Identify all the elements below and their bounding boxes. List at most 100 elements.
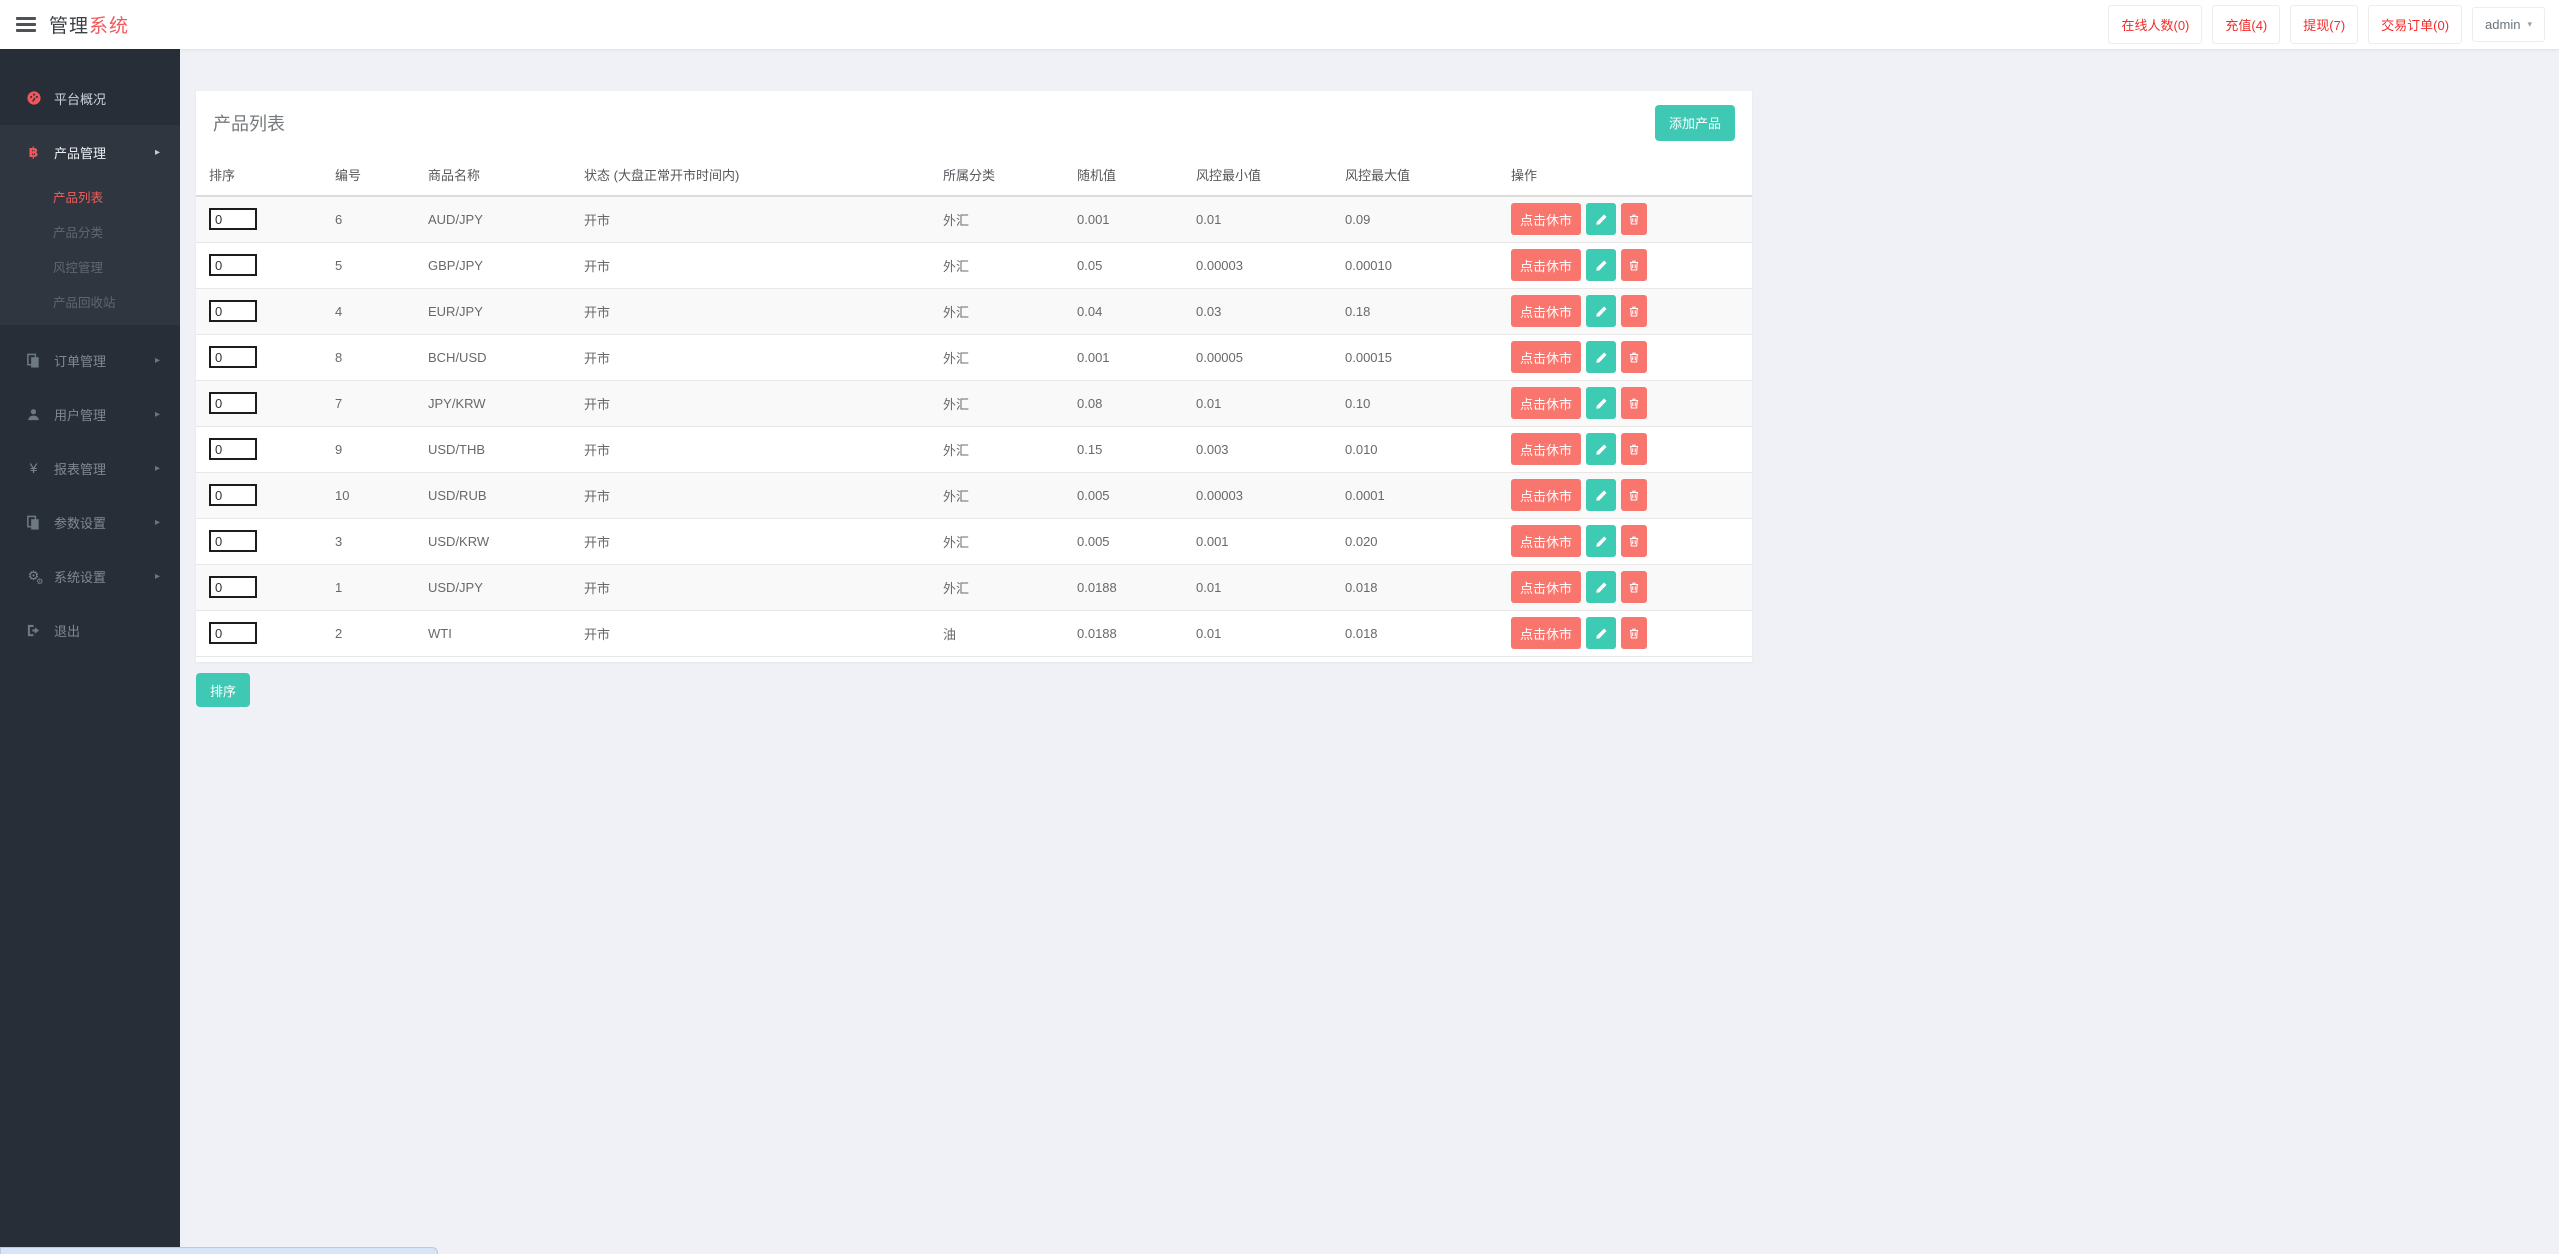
sort-order-input[interactable] (209, 300, 257, 322)
sidebar-item-product-recycle-bin[interactable]: 产品回收站 (0, 284, 180, 319)
edit-product-button[interactable] (1586, 433, 1616, 465)
sort-order-input[interactable] (209, 346, 257, 368)
sidebar-item-product-category[interactable]: 产品分类 (0, 214, 180, 249)
sidebar-item-report-management[interactable]: ¥ 报表管理 ▸ (0, 441, 180, 495)
sort-order-input[interactable] (209, 622, 257, 644)
user-icon (25, 407, 42, 422)
sidebar-item-logout[interactable]: 退出 (0, 603, 180, 657)
sort-order-input[interactable] (209, 392, 257, 414)
edit-product-button[interactable] (1586, 341, 1616, 373)
sidebar-item-parameter-settings[interactable]: 参数设置 ▸ (0, 495, 180, 549)
recharge-link[interactable]: 充值(4) (2212, 5, 2280, 44)
cell-risk-min: 0.003 (1196, 426, 1345, 472)
column-header-sort: 排序 (196, 154, 335, 196)
cell-category: 外汇 (943, 472, 1077, 518)
add-product-button[interactable]: 添加产品 (1655, 105, 1735, 141)
delete-product-button[interactable] (1621, 525, 1647, 557)
edit-product-button[interactable] (1586, 571, 1616, 603)
close-market-button[interactable]: 点击休市 (1511, 525, 1581, 557)
trash-icon (1628, 581, 1640, 594)
sidebar-item-product-management[interactable]: ฿ 产品管理 ▸ (0, 125, 180, 179)
edit-pencil-icon (1595, 397, 1608, 410)
trash-icon (1628, 535, 1640, 548)
logo-text-black: 管理 (49, 16, 89, 37)
cell-product-name: BCH/USD (428, 334, 584, 380)
product-list-card: 产品列表 添加产品 排序 编号 商品名称 状态 (大盘正常开市时间内) 所属分类… (196, 91, 1752, 662)
edit-product-button[interactable] (1586, 295, 1616, 327)
close-market-button[interactable]: 点击休市 (1511, 571, 1581, 603)
delete-product-button[interactable] (1621, 249, 1647, 281)
delete-product-button[interactable] (1621, 433, 1647, 465)
edit-pencil-icon (1595, 581, 1608, 594)
cell-status: 开市 (584, 242, 943, 288)
close-market-button[interactable]: 点击休市 (1511, 341, 1581, 373)
close-market-button[interactable]: 点击休市 (1511, 203, 1581, 235)
sort-order-input[interactable] (209, 208, 257, 230)
hamburger-menu-icon[interactable] (16, 17, 36, 32)
table-row: 5GBP/JPY开市外汇0.050.000030.00010点击休市 (196, 242, 1752, 288)
delete-product-button[interactable] (1621, 341, 1647, 373)
sidebar-item-label: 参数设置 (54, 513, 106, 532)
cell-id: 1 (335, 564, 428, 610)
admin-user-menu[interactable]: admin ▾ (2472, 7, 2545, 42)
cell-status: 开市 (584, 518, 943, 564)
sidebar-item-label: 产品管理 (54, 143, 106, 162)
edit-product-button[interactable] (1586, 617, 1616, 649)
edit-product-button[interactable] (1586, 525, 1616, 557)
delete-product-button[interactable] (1621, 617, 1647, 649)
close-market-button[interactable]: 点击休市 (1511, 479, 1581, 511)
column-header-id: 编号 (335, 154, 428, 196)
chevron-right-icon: ▸ (155, 355, 160, 366)
close-market-button[interactable]: 点击休市 (1511, 249, 1581, 281)
delete-product-button[interactable] (1621, 479, 1647, 511)
delete-product-button[interactable] (1621, 295, 1647, 327)
sort-order-input[interactable] (209, 530, 257, 552)
chevron-right-icon: ▸ (155, 409, 160, 420)
cell-random-value: 0.05 (1077, 242, 1196, 288)
sort-order-input[interactable] (209, 576, 257, 598)
chevron-right-icon: ▸ (155, 571, 160, 582)
withdraw-link[interactable]: 提现(7) (2290, 5, 2358, 44)
edit-product-button[interactable] (1586, 479, 1616, 511)
close-market-button[interactable]: 点击休市 (1511, 387, 1581, 419)
cell-id: 6 (335, 196, 428, 242)
edit-pencil-icon (1595, 305, 1608, 318)
cell-product-name: JPY/KRW (428, 380, 584, 426)
trash-icon (1628, 397, 1640, 410)
cell-status: 开市 (584, 196, 943, 242)
sidebar-item-order-management[interactable]: 订单管理 ▸ (0, 333, 180, 387)
cell-product-name: AUD/JPY (428, 196, 584, 242)
delete-product-button[interactable] (1621, 571, 1647, 603)
close-market-button[interactable]: 点击休市 (1511, 295, 1581, 327)
trash-icon (1628, 305, 1640, 318)
trash-icon (1628, 351, 1640, 364)
sidebar-item-user-management[interactable]: 用户管理 ▸ (0, 387, 180, 441)
delete-product-button[interactable] (1621, 387, 1647, 419)
row-actions: 点击休市 (1511, 433, 1752, 465)
sidebar-item-system-settings[interactable]: ⚙⚙ 系统设置 ▸ (0, 549, 180, 603)
sort-order-input[interactable] (209, 254, 257, 276)
sort-order-input[interactable] (209, 484, 257, 506)
edit-product-button[interactable] (1586, 203, 1616, 235)
sidebar-item-risk-management[interactable]: 风控管理 (0, 249, 180, 284)
close-market-button[interactable]: 点击休市 (1511, 433, 1581, 465)
column-header-risk-min: 风控最小值 (1196, 154, 1345, 196)
edit-product-button[interactable] (1586, 387, 1616, 419)
trade-orders-link[interactable]: 交易订单(0) (2368, 5, 2462, 44)
edit-product-button[interactable] (1586, 249, 1616, 281)
sidebar-item-platform-overview[interactable]: 平台概况 (0, 71, 180, 125)
sidebar-item-product-list[interactable]: 产品列表 (0, 179, 180, 214)
delete-product-button[interactable] (1621, 203, 1647, 235)
gears-icon: ⚙⚙ (25, 568, 42, 584)
sort-order-input[interactable] (209, 438, 257, 460)
online-users-link[interactable]: 在线人数(0) (2108, 5, 2202, 44)
edit-pencil-icon (1595, 351, 1608, 364)
cell-category: 油 (943, 610, 1077, 656)
cell-category: 外汇 (943, 288, 1077, 334)
cell-id: 9 (335, 426, 428, 472)
trash-icon (1628, 627, 1640, 640)
cell-category: 外汇 (943, 426, 1077, 472)
close-market-button[interactable]: 点击休市 (1511, 617, 1581, 649)
trash-icon (1628, 489, 1640, 502)
sort-submit-button[interactable]: 排序 (196, 673, 250, 707)
